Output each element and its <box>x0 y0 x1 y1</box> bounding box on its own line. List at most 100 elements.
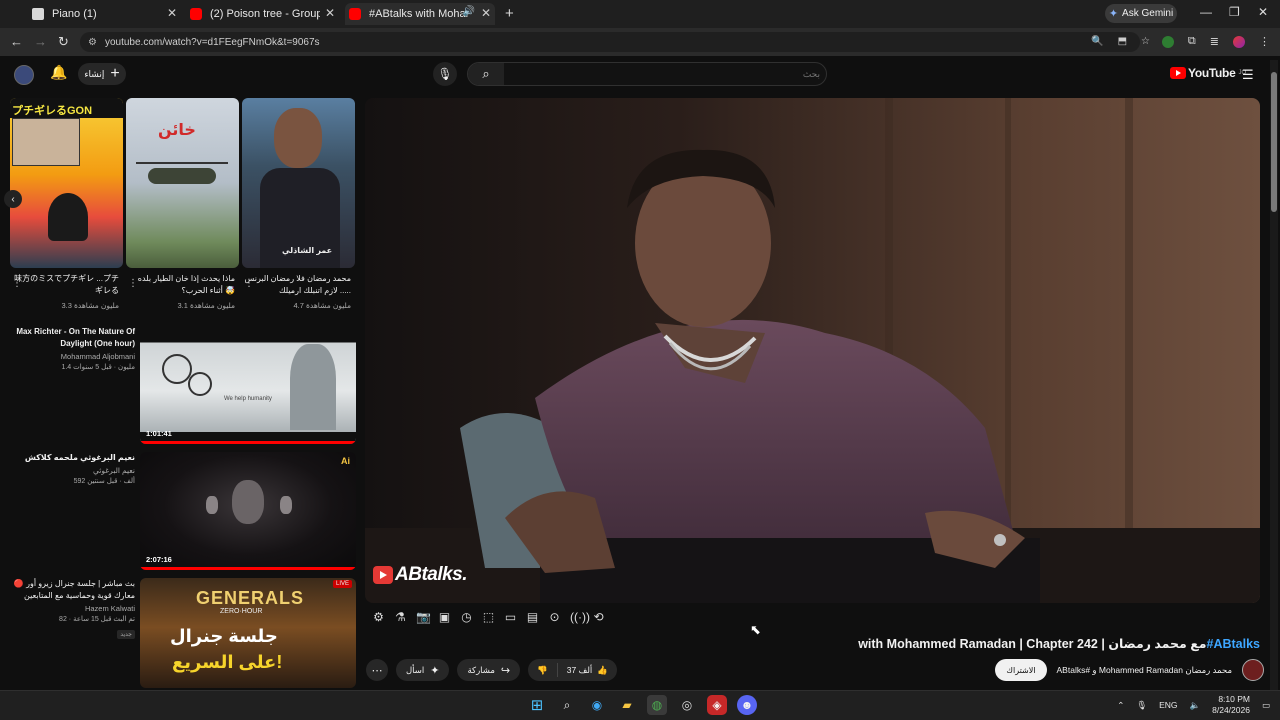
settings-gear-icon[interactable]: ⚙ <box>372 610 385 624</box>
like-button[interactable]: 37 ألف 👍 <box>558 659 617 681</box>
volume-icon[interactable]: 🔈 <box>1190 700 1201 711</box>
close-icon[interactable]: ✕ <box>167 6 177 20</box>
close-icon[interactable]: ✕ <box>481 6 491 20</box>
zoom-icon[interactable]: 🔍 <box>1091 36 1103 47</box>
clip-icon[interactable]: ⬚ <box>482 610 495 624</box>
video-channel[interactable]: Hazem Kalwati <box>10 604 135 613</box>
restore-icon[interactable]: ❐ <box>1229 5 1240 19</box>
short-thumbnail[interactable]: プチギレるGON <box>10 98 123 268</box>
notifications-bell-icon[interactable]: 🔔 <box>50 64 67 81</box>
picture-in-picture-icon[interactable]: ▣ <box>438 610 451 624</box>
title-hashtag-link[interactable]: #ABtalks <box>1207 637 1261 651</box>
minimize-icon[interactable]: — <box>1200 5 1212 19</box>
search-input[interactable] <box>508 66 820 82</box>
video-channel[interactable]: Mohammad Aljobmani <box>10 352 135 361</box>
tab-poison-tree[interactable]: (2) Poison tree - Grouper (Piano ✕ <box>190 3 335 25</box>
speaker-icon[interactable]: 🔊 <box>463 6 475 17</box>
channel-name[interactable]: ABtalks# و Mohammed Ramadan محمد رمضان <box>1057 665 1232 676</box>
github-icon[interactable]: ◎ <box>677 695 697 715</box>
tab-piano[interactable]: Piano (1) ✕ <box>32 3 177 25</box>
video-channel[interactable]: نعيم البرغوثي <box>10 466 135 475</box>
edge-browser-icon[interactable]: ◉ <box>587 695 607 715</box>
language-indicator[interactable]: ENG <box>1159 700 1177 710</box>
short-thumbnail[interactable]: خائن <box>126 98 239 268</box>
extensions-puzzle-icon[interactable]: ⧉ <box>1188 35 1196 48</box>
media-control-icon[interactable]: ≣ <box>1210 35 1219 48</box>
flask-icon[interactable]: ⚗ <box>394 610 407 624</box>
screenshot-camera-icon[interactable]: 📷 <box>416 610 431 624</box>
omnibox[interactable]: ⚙ youtube.com/watch?v=d1FEegFNmOk&t=9067… <box>80 32 1140 52</box>
short-title[interactable]: 味方のミスでプチギレ ...プチギレる <box>10 273 123 297</box>
video-list-item[interactable]: 🔴 بث مباشر | جلسة جنرال زيرو أور معارك ق… <box>10 578 356 688</box>
short-title[interactable]: ماذا يحدث إذا خان الطيار بلده أثناء الحر… <box>126 273 239 297</box>
account-avatar[interactable] <box>14 65 34 85</box>
more-menu-icon[interactable]: ⋮ <box>1259 35 1270 48</box>
chapters-icon[interactable]: ▤ <box>526 610 539 624</box>
cast-icon[interactable]: ((·)) <box>570 610 590 624</box>
site-info-icon[interactable]: ⚙ <box>88 37 97 48</box>
windows-start-icon[interactable]: ⊞ <box>527 695 547 715</box>
voice-search-mic-icon[interactable]: 🎙 <box>433 62 457 86</box>
page-scrollbar[interactable] <box>1270 60 1278 690</box>
ask-button[interactable]: اسأل ✦ <box>396 659 450 681</box>
more-actions-icon[interactable]: ⋮ <box>244 278 254 289</box>
ask-gemini-button[interactable]: ✦ Ask Gemini <box>1105 4 1177 23</box>
extension-shield-icon[interactable] <box>1161 35 1174 48</box>
reload-icon[interactable]: ↻ <box>58 34 69 50</box>
video-thumbnail[interactable]: Ai 2:07:16 <box>140 452 356 570</box>
video-thumbnail[interactable]: LIVE GENERALS ZERO·HOUR جلسة جنرال على ا… <box>140 578 356 688</box>
video-title[interactable]: Max Richter - On The Nature Of Daylight … <box>10 326 135 350</box>
system-clock[interactable]: 8:10 PM 8/24/2026 <box>1212 694 1250 716</box>
like-dislike-group: 👎 37 ألف 👍 <box>528 659 617 681</box>
youtube-logo[interactable]: YouTube JO <box>1170 66 1246 80</box>
guide-menu-icon[interactable]: ☰ <box>1242 67 1254 83</box>
microphone-icon[interactable]: 🎙 <box>1136 700 1147 711</box>
search-icon[interactable]: ⌕ <box>557 695 577 715</box>
video-player[interactable]: ABtalks. <box>365 98 1260 603</box>
video-title[interactable]: نعيم البرغوثي ملحمه كلاكش <box>10 452 135 464</box>
short-thumbnail[interactable]: عمر الشاذلي <box>242 98 355 268</box>
video-actions: ⋯ اسأل ✦ مشاركة ↪ 👎 37 ألف 👍 <box>366 659 617 681</box>
close-window-icon[interactable]: ✕ <box>1258 5 1268 19</box>
profile-avatar-icon[interactable] <box>1233 35 1245 48</box>
channel-watermark[interactable]: ABtalks. <box>373 564 468 586</box>
more-actions-button[interactable]: ⋯ <box>366 659 388 681</box>
channel-avatar[interactable] <box>1242 659 1264 681</box>
short-title[interactable]: محمد رمضان فلا رمضان البرنس .. لازم اتنب… <box>242 273 355 297</box>
autoplay-icon[interactable]: ⊙ <box>548 610 561 624</box>
speed-gauge-icon[interactable]: ◷ <box>460 610 473 624</box>
search-icon[interactable]: ⌕ <box>468 63 504 85</box>
more-actions-icon[interactable]: ⋮ <box>128 278 138 289</box>
short-card[interactable]: خائن ماذا يحدث إذا خان الطيار بلده أثناء… <box>126 98 239 310</box>
back-arrow-icon[interactable]: ← <box>10 34 23 49</box>
notifications-icon[interactable]: ▭ <box>1262 700 1270 711</box>
red-app-icon[interactable]: ◈ <box>707 695 727 715</box>
scrollbar-thumb[interactable] <box>1271 72 1277 212</box>
close-icon[interactable]: ✕ <box>325 6 335 20</box>
share-button[interactable]: مشاركة ↪ <box>457 659 521 681</box>
short-card[interactable]: عمر الشاذلي محمد رمضان فلا رمضان البرنس … <box>242 98 355 310</box>
video-title[interactable]: 🔴 بث مباشر | جلسة جنرال زيرو أور معارك ق… <box>10 578 135 602</box>
tab-abtalks[interactable]: #ABtalks with Mohammed 🔊 ✕ <box>345 3 495 25</box>
subscribe-button[interactable]: الاشتراك <box>995 659 1047 681</box>
discord-icon[interactable]: ☻ <box>737 695 757 715</box>
extensions-area: ⧉ ≣ ⋮ <box>1161 35 1270 48</box>
video-list-item[interactable]: نعيم البرغوثي ملحمه كلاكش نعيم البرغوثي … <box>10 452 356 570</box>
forward-arrow-icon[interactable]: → <box>34 34 47 49</box>
file-explorer-icon[interactable]: ▰ <box>617 695 637 715</box>
chrome-browser-icon[interactable]: ◍ <box>647 695 667 715</box>
new-tab-button[interactable]: + <box>505 5 514 22</box>
loop-icon[interactable]: ⟲ <box>592 610 605 624</box>
channel-row: الاشتراك ABtalks# و Mohammed Ramadan محم… <box>995 659 1264 681</box>
create-button[interactable]: إنشاء + <box>78 63 126 85</box>
tray-overflow-icon[interactable]: ⌃ <box>1117 700 1124 711</box>
video-list-item[interactable]: Max Richter - On The Nature Of Daylight … <box>10 326 356 444</box>
short-card[interactable]: プチギレるGON 味方のミスでプチギレ ...プチギレる 3.3 مليون م… <box>10 98 123 310</box>
bookmark-star-icon[interactable]: ☆ <box>1141 36 1150 47</box>
dislike-button[interactable]: 👎 <box>528 659 557 681</box>
install-icon[interactable]: ⬒ <box>1118 36 1127 47</box>
theater-icon[interactable]: ▭ <box>504 610 517 624</box>
video-thumbnail[interactable]: We help humanity 1:01:41 <box>140 326 356 444</box>
shelf-previous-icon[interactable]: ‹ <box>4 190 22 208</box>
more-actions-icon[interactable]: ⋮ <box>12 278 22 289</box>
